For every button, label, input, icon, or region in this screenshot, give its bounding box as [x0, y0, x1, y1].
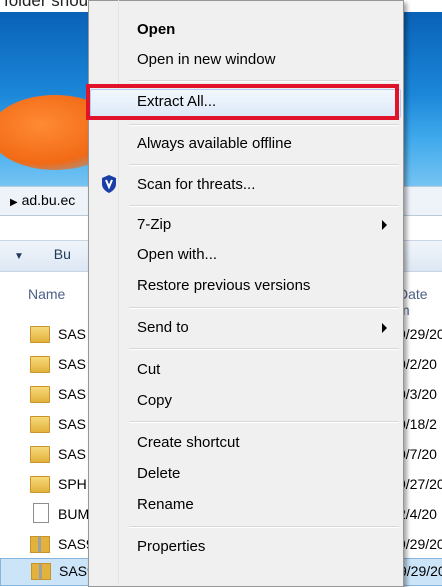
menu-item-copy[interactable]: Copy [89, 387, 401, 415]
menu-item-cut[interactable]: Cut [89, 356, 401, 384]
menu-item-open-new-window[interactable]: Open in new window [89, 46, 401, 74]
file-name: SAS [58, 326, 87, 342]
zip-folder-icon [31, 563, 51, 580]
menu-separator [129, 421, 399, 423]
menu-item-open-with[interactable]: Open with... [89, 241, 401, 269]
menu-item-label: Properties [137, 538, 206, 555]
red-highlight-box [86, 84, 399, 120]
menu-item-label: Copy [137, 392, 173, 409]
menu-item-label: Rename [137, 496, 194, 513]
file-name: SAS [58, 416, 87, 432]
menu-item-open[interactable]: Open [89, 16, 401, 44]
menu-separator [129, 307, 399, 309]
column-header-name[interactable]: Name [28, 286, 65, 302]
file-name: BUM [58, 506, 90, 522]
file-date: 9/29/20 [398, 536, 442, 552]
menu-item-create-shortcut[interactable]: Create shortcut [89, 429, 401, 457]
menu-separator [129, 348, 399, 350]
file-date: 9/27/20 [398, 476, 442, 492]
file-date: 9/29/20 [398, 326, 442, 342]
folder-icon [30, 416, 50, 433]
menu-item-rename[interactable]: Rename [89, 491, 401, 519]
menu-item-send-to[interactable]: Send to [89, 314, 401, 342]
zip-folder-icon [30, 536, 50, 553]
menu-item-label: Create shortcut [137, 434, 240, 451]
menu-item-delete[interactable]: Delete [89, 460, 401, 488]
toolbar-organize[interactable]: ▼ Bu [14, 246, 71, 262]
file-date: 9/29/20 [399, 563, 442, 579]
menu-separator [129, 124, 399, 126]
chevron-down-icon: ▼ [14, 251, 24, 262]
file-name: SAS [58, 446, 87, 462]
menu-item-label: 7-Zip [137, 216, 172, 233]
menu-item-properties[interactable]: Properties [89, 533, 401, 561]
folder-icon [30, 476, 50, 493]
menu-item-restore-previous-versions[interactable]: Restore previous versions [89, 272, 401, 300]
menu-item-label: Restore previous versions [137, 277, 311, 294]
menu-item-label: Delete [137, 465, 181, 482]
folder-icon [30, 446, 50, 463]
menu-separator [129, 80, 399, 82]
menu-item-label: Open in new window [137, 51, 276, 68]
menu-item-always-available-offline[interactable]: Always available offline [89, 130, 401, 158]
menu-item-label: Open [137, 21, 176, 38]
toolbar-label: Bu [53, 246, 71, 262]
column-header-date[interactable]: Date m [398, 286, 442, 318]
file-name: SPH [58, 476, 87, 492]
folder-icon [30, 386, 50, 403]
menu-item-label: Scan for threats... [137, 176, 256, 193]
folder-icon [30, 356, 50, 373]
file-name: SAS [58, 386, 87, 402]
address-label: ad.bu.ec [21, 192, 76, 208]
submenu-arrow-icon [382, 323, 387, 333]
menu-separator [129, 526, 399, 528]
menu-item-label: Cut [137, 361, 161, 378]
menu-item-label: Open with... [137, 246, 218, 263]
menu-item-label: Send to [137, 319, 189, 336]
document-icon [33, 503, 49, 523]
address-text: ▶ ad.bu.ec [10, 192, 75, 208]
folder-icon [30, 326, 50, 343]
file-name: SAS [58, 356, 87, 372]
menu-separator [129, 205, 399, 207]
menu-item-label: Always available offline [137, 135, 292, 152]
menu-separator [129, 164, 399, 166]
chevron-right-icon: ▶ [10, 197, 18, 208]
submenu-arrow-icon [382, 220, 387, 230]
menu-item-7zip[interactable]: 7-Zip [89, 211, 401, 239]
menu-item-scan-for-threats[interactable]: Scan for threats... [89, 171, 401, 199]
